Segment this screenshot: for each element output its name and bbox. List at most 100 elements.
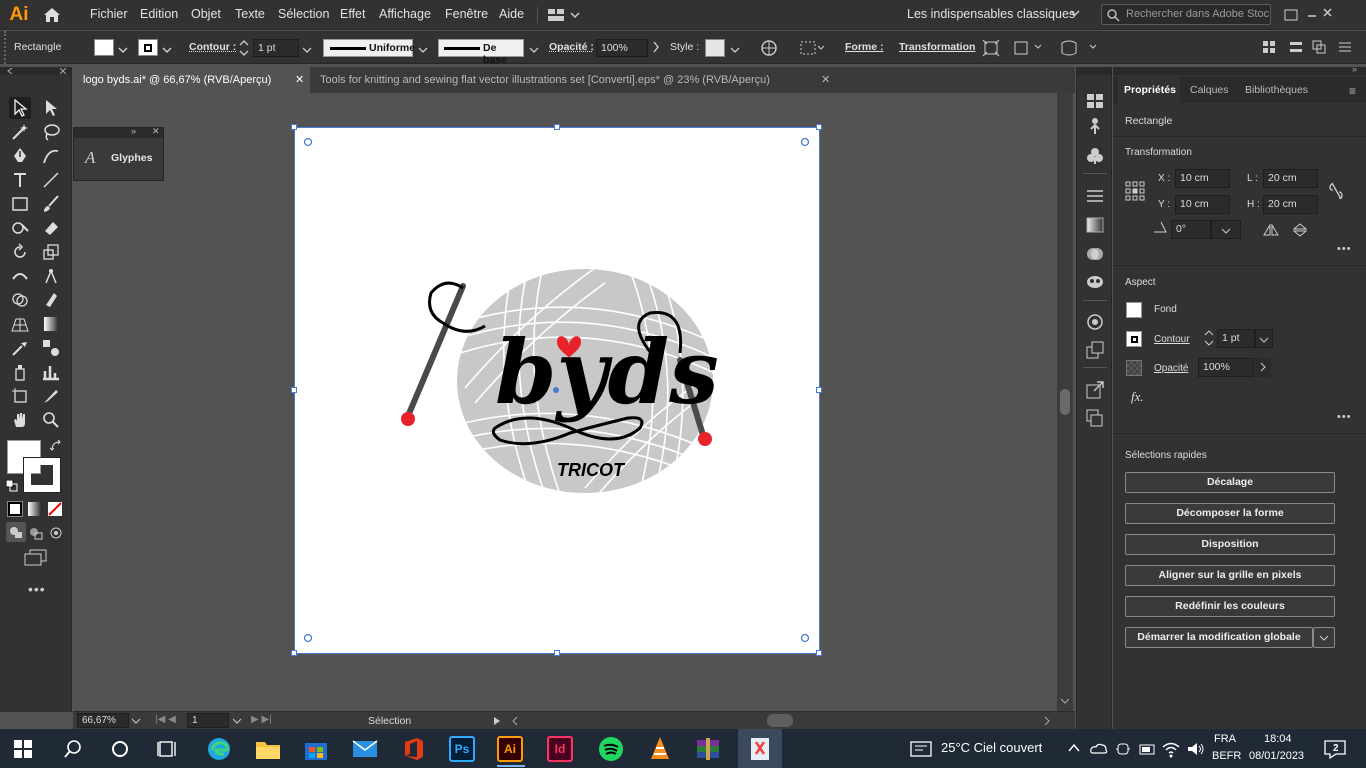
scroll-right-icon[interactable] [1043, 716, 1051, 726]
contour-link[interactable]: Contour [1154, 334, 1190, 345]
panel-menu-icon[interactable]: ≡ [1349, 84, 1356, 98]
tab-calques[interactable]: Calques [1190, 77, 1229, 103]
stroke-weight-field[interactable]: 1 pt [1217, 329, 1255, 348]
panel-menu-icon[interactable] [1338, 40, 1352, 57]
resize-handle-tl[interactable] [291, 124, 297, 130]
default-colors-icon[interactable] [5, 479, 18, 495]
hand-tool-icon[interactable] [9, 409, 31, 431]
gradient-panel-icon[interactable] [1086, 217, 1104, 233]
expand-shape-button[interactable]: Décomposer la forme [1125, 503, 1335, 524]
artboard[interactable]: byds TRICOT [291, 124, 822, 656]
distribute-icon[interactable] [1289, 40, 1303, 57]
stepper-icon[interactable] [239, 39, 249, 60]
contour-label[interactable]: Contour : [189, 41, 236, 53]
meet-now-icon[interactable] [1115, 741, 1133, 757]
menu-texte[interactable]: Texte [235, 0, 265, 30]
chevron-right-icon[interactable] [1255, 358, 1271, 377]
stroke-panel-icon[interactable] [1086, 189, 1104, 203]
perspective-grid-tool-icon[interactable] [9, 313, 31, 335]
opacite-link[interactable]: Opacité [1154, 363, 1188, 374]
menu-effet[interactable]: Effet [340, 0, 365, 30]
file-explorer-icon[interactable] [254, 735, 282, 763]
pen-tool-icon[interactable] [9, 145, 31, 167]
curvature-tool-icon[interactable] [40, 145, 62, 167]
eyedropper-tool-icon[interactable] [9, 337, 31, 359]
align-icon[interactable] [800, 40, 826, 59]
fill-swatch[interactable] [94, 39, 114, 56]
onedrive-sync-icon[interactable] [1090, 741, 1108, 757]
column-graph-tool-icon[interactable] [40, 361, 62, 383]
symbols-club-icon[interactable] [1086, 147, 1104, 165]
pixel-grid-button[interactable]: Aligner sur la grille en pixels [1125, 565, 1335, 586]
canvas-area[interactable]: » ✕ A Glyphes byds TRICOT [73, 93, 1057, 711]
tab-proprietes[interactable]: Propriétés [1118, 77, 1180, 103]
recolor-button[interactable]: Redéfinir les couleurs [1125, 596, 1335, 617]
resize-handle-t[interactable] [554, 124, 560, 130]
arrange-docs-icon[interactable] [548, 8, 580, 22]
isolate-icon[interactable] [982, 39, 1000, 60]
chevron-down-icon[interactable] [418, 43, 428, 57]
close-icon[interactable]: ✕ [152, 126, 160, 137]
indesign-icon[interactable]: Id [547, 736, 573, 762]
chevron-down-icon[interactable] [232, 717, 242, 725]
global-edit-button[interactable]: Démarrer la modification globale [1125, 627, 1313, 648]
scale-tool-icon[interactable] [40, 241, 62, 263]
menu-objet[interactable]: Objet [191, 0, 221, 30]
menu-affichage[interactable]: Affichage [379, 0, 431, 30]
none-mode-icon[interactable] [48, 502, 62, 516]
zoom-tool-icon[interactable] [40, 409, 62, 431]
transformation-link[interactable]: Transformation [899, 41, 975, 53]
cortana-icon[interactable] [110, 739, 130, 759]
corner-widget[interactable] [303, 633, 313, 643]
more-options-icon[interactable]: ••• [1337, 243, 1352, 255]
tab-bibliotheques[interactable]: Bibliothèques [1245, 77, 1308, 103]
global-edit-dropdown[interactable] [1313, 627, 1335, 648]
envelope-distort-icon[interactable] [1060, 39, 1100, 60]
resize-handle-l[interactable] [291, 387, 297, 393]
stroke-weight-input[interactable]: 1 pt [253, 39, 299, 57]
stepper-icon[interactable] [1204, 329, 1214, 347]
opacity-input[interactable]: 100% [596, 39, 648, 57]
shaper-tool-icon[interactable] [9, 217, 31, 239]
home-icon[interactable] [42, 6, 62, 24]
flip-horizontal-icon[interactable] [1263, 224, 1279, 236]
asset-export-icon[interactable] [1086, 341, 1104, 359]
menu-edition[interactable]: Edition [140, 0, 178, 30]
gradient-tool-icon[interactable] [40, 313, 62, 335]
graphic-styles-icon[interactable] [1086, 313, 1104, 331]
pathfinder-icon[interactable] [1312, 40, 1326, 57]
chevron-down-icon[interactable] [162, 43, 172, 57]
slice-tool-icon[interactable] [40, 385, 62, 407]
color-guide-icon[interactable] [1086, 117, 1104, 135]
blend-tool-icon[interactable] [40, 337, 62, 359]
transparency-icon[interactable] [1086, 245, 1104, 263]
brush-select[interactable]: De base [438, 39, 524, 66]
volume-icon[interactable] [1186, 740, 1204, 758]
scroll-left-icon[interactable] [511, 716, 519, 726]
angle-input[interactable]: 0° [1171, 220, 1211, 239]
stroke-swatch[interactable] [1126, 331, 1142, 347]
more-options-icon[interactable]: ••• [1337, 411, 1352, 423]
tab-logo-byds[interactable]: logo byds.ai* @ 66,67% (RVB/Aperçu) ✕ [73, 67, 310, 93]
store-icon[interactable] [302, 735, 330, 763]
selection-tool-icon[interactable] [9, 97, 31, 119]
clock-time[interactable]: 18:04 [1264, 733, 1292, 745]
glyphs-label[interactable]: Glyphes [111, 152, 152, 164]
artboard-tool-icon[interactable] [9, 385, 31, 407]
layers-copy-icon[interactable] [1086, 409, 1104, 427]
magic-wand-tool-icon[interactable] [9, 121, 31, 143]
menu-aide[interactable]: Aide [499, 0, 524, 30]
puppet-warp-tool-icon[interactable] [40, 265, 62, 287]
stroke-profile-select[interactable]: Uniforme [323, 39, 415, 57]
type-tool-icon[interactable] [9, 169, 31, 191]
close-icon[interactable]: ✕ [821, 67, 830, 93]
appearance-icon[interactable] [1086, 273, 1104, 291]
vlc-icon[interactable] [646, 735, 674, 763]
mail-icon[interactable] [351, 735, 379, 763]
draw-normal-icon[interactable] [6, 522, 26, 542]
graphic-style-swatch[interactable] [705, 39, 725, 57]
chevron-down-icon[interactable] [529, 43, 539, 57]
notifications-button[interactable]: 2 [1324, 739, 1346, 762]
fx-button[interactable]: fx. [1131, 389, 1144, 405]
clock-date[interactable]: 08/01/2023 [1249, 750, 1304, 762]
